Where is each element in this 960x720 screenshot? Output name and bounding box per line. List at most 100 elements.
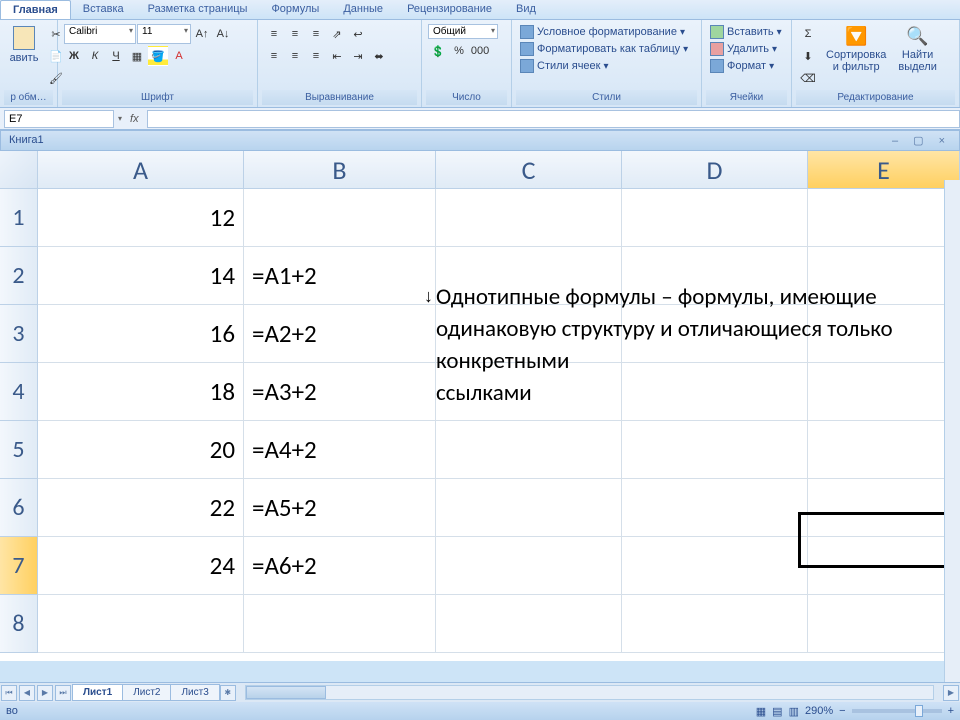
- shrink-font-button[interactable]: A↓: [213, 24, 233, 44]
- sort-filter-button[interactable]: 🔽 Сортировка и фильтр: [822, 24, 890, 75]
- zoom-out-button[interactable]: −: [839, 705, 845, 717]
- decrease-indent-button[interactable]: ⇤: [327, 46, 347, 66]
- cell[interactable]: [622, 479, 808, 537]
- font-name-select[interactable]: Calibri: [64, 24, 136, 44]
- window-controls[interactable]: – ▢ ×: [892, 134, 951, 147]
- cell[interactable]: [622, 189, 808, 247]
- cell[interactable]: [244, 595, 436, 653]
- fill-color-button[interactable]: 🪣: [148, 46, 168, 66]
- cell[interactable]: 14: [38, 247, 244, 305]
- cell[interactable]: [436, 421, 622, 479]
- view-normal-icon[interactable]: ▦: [756, 705, 766, 718]
- align-left-button[interactable]: ≡: [264, 46, 284, 66]
- format-cells-button[interactable]: Формат ▾: [708, 58, 776, 74]
- clear-button[interactable]: ⌫: [798, 68, 818, 88]
- font-color-button[interactable]: A: [169, 46, 189, 66]
- tab-view[interactable]: Вид: [504, 0, 548, 19]
- cell[interactable]: [622, 595, 808, 653]
- autosum-button[interactable]: Σ: [798, 24, 818, 44]
- sheet-tab-2[interactable]: Лист2: [122, 684, 171, 701]
- format-as-table-button[interactable]: Форматировать как таблицу ▾: [518, 41, 690, 57]
- cell[interactable]: [436, 595, 622, 653]
- cell[interactable]: [808, 189, 960, 247]
- cell[interactable]: =A3+2: [244, 363, 436, 421]
- row-header[interactable]: 7: [0, 537, 38, 595]
- cell[interactable]: [436, 189, 622, 247]
- align-right-button[interactable]: ≡: [306, 46, 326, 66]
- cell[interactable]: 18: [38, 363, 244, 421]
- cell[interactable]: [436, 537, 622, 595]
- row-header[interactable]: 6: [0, 479, 38, 537]
- cell[interactable]: [244, 189, 436, 247]
- tab-home[interactable]: Главная: [0, 0, 71, 19]
- col-header-c[interactable]: C: [436, 151, 622, 189]
- view-layout-icon[interactable]: ▤: [772, 705, 782, 718]
- comma-button[interactable]: 000: [470, 41, 490, 61]
- vertical-scrollbar[interactable]: [944, 180, 960, 682]
- align-middle-button[interactable]: ≡: [285, 24, 305, 44]
- align-bottom-button[interactable]: ≡: [306, 24, 326, 44]
- increase-indent-button[interactable]: ⇥: [348, 46, 368, 66]
- row-header[interactable]: 8: [0, 595, 38, 653]
- cell[interactable]: =A1+2: [244, 247, 436, 305]
- border-button[interactable]: ▦: [127, 46, 147, 66]
- tab-layout[interactable]: Разметка страницы: [136, 0, 260, 19]
- bold-button[interactable]: Ж: [64, 46, 84, 66]
- horizontal-scrollbar[interactable]: [245, 685, 934, 700]
- spreadsheet-grid[interactable]: A B C D E 112214=A1+2316=A2+2418=A3+2520…: [0, 151, 960, 661]
- row-header[interactable]: 5: [0, 421, 38, 479]
- col-header-a[interactable]: A: [38, 151, 244, 189]
- align-center-button[interactable]: ≡: [285, 46, 305, 66]
- wrap-text-button[interactable]: ↩: [348, 24, 368, 44]
- sheet-tab-3[interactable]: Лист3: [170, 684, 219, 701]
- tab-data[interactable]: Данные: [331, 0, 395, 19]
- italic-button[interactable]: К: [85, 46, 105, 66]
- col-header-e[interactable]: E: [808, 151, 960, 189]
- row-header[interactable]: 3: [0, 305, 38, 363]
- fill-button[interactable]: ⬇: [798, 46, 818, 66]
- grow-font-button[interactable]: A↑: [192, 24, 212, 44]
- tab-review[interactable]: Рецензирование: [395, 0, 504, 19]
- cell[interactable]: =A2+2: [244, 305, 436, 363]
- cell[interactable]: =A4+2: [244, 421, 436, 479]
- cell[interactable]: [436, 479, 622, 537]
- tab-formulas[interactable]: Формулы: [259, 0, 331, 19]
- sheet-nav-prev[interactable]: ◀: [19, 685, 35, 701]
- cell[interactable]: [808, 595, 960, 653]
- zoom-thumb[interactable]: [915, 705, 923, 717]
- col-header-d[interactable]: D: [622, 151, 808, 189]
- insert-cells-button[interactable]: Вставить ▾: [708, 24, 784, 40]
- sheet-tab-1[interactable]: Лист1: [72, 684, 123, 701]
- hscroll-thumb[interactable]: [246, 686, 326, 699]
- cell[interactable]: =A6+2: [244, 537, 436, 595]
- row-header[interactable]: 1: [0, 189, 38, 247]
- find-select-button[interactable]: 🔍 Найти выдели: [894, 24, 940, 75]
- hscroll-right[interactable]: ▶: [943, 685, 959, 701]
- zoom-level[interactable]: 290%: [805, 705, 833, 717]
- row-header[interactable]: 2: [0, 247, 38, 305]
- conditional-formatting-button[interactable]: Условное форматирование ▾: [518, 24, 687, 40]
- zoom-in-button[interactable]: +: [948, 705, 954, 717]
- cell[interactable]: [622, 537, 808, 595]
- orientation-button[interactable]: ⇗: [327, 24, 347, 44]
- cell[interactable]: =A5+2: [244, 479, 436, 537]
- cell[interactable]: [622, 421, 808, 479]
- currency-button[interactable]: 💲: [428, 41, 448, 61]
- tab-insert[interactable]: Вставка: [71, 0, 136, 19]
- cell[interactable]: [38, 595, 244, 653]
- percent-button[interactable]: %: [449, 41, 469, 61]
- new-sheet-button[interactable]: ✱: [220, 685, 236, 701]
- cell[interactable]: 22: [38, 479, 244, 537]
- sheet-nav-first[interactable]: ⏮: [1, 685, 17, 701]
- underline-button[interactable]: Ч: [106, 46, 126, 66]
- cell[interactable]: [808, 421, 960, 479]
- sheet-nav-last[interactable]: ⏭: [55, 685, 71, 701]
- view-break-icon[interactable]: ▥: [789, 705, 799, 718]
- col-header-b[interactable]: B: [244, 151, 436, 189]
- cell[interactable]: 16: [38, 305, 244, 363]
- paste-button[interactable]: авить: [6, 24, 42, 66]
- number-format-select[interactable]: Общий: [428, 24, 498, 39]
- row-header[interactable]: 4: [0, 363, 38, 421]
- formula-input[interactable]: [147, 110, 960, 128]
- zoom-slider[interactable]: [852, 709, 942, 713]
